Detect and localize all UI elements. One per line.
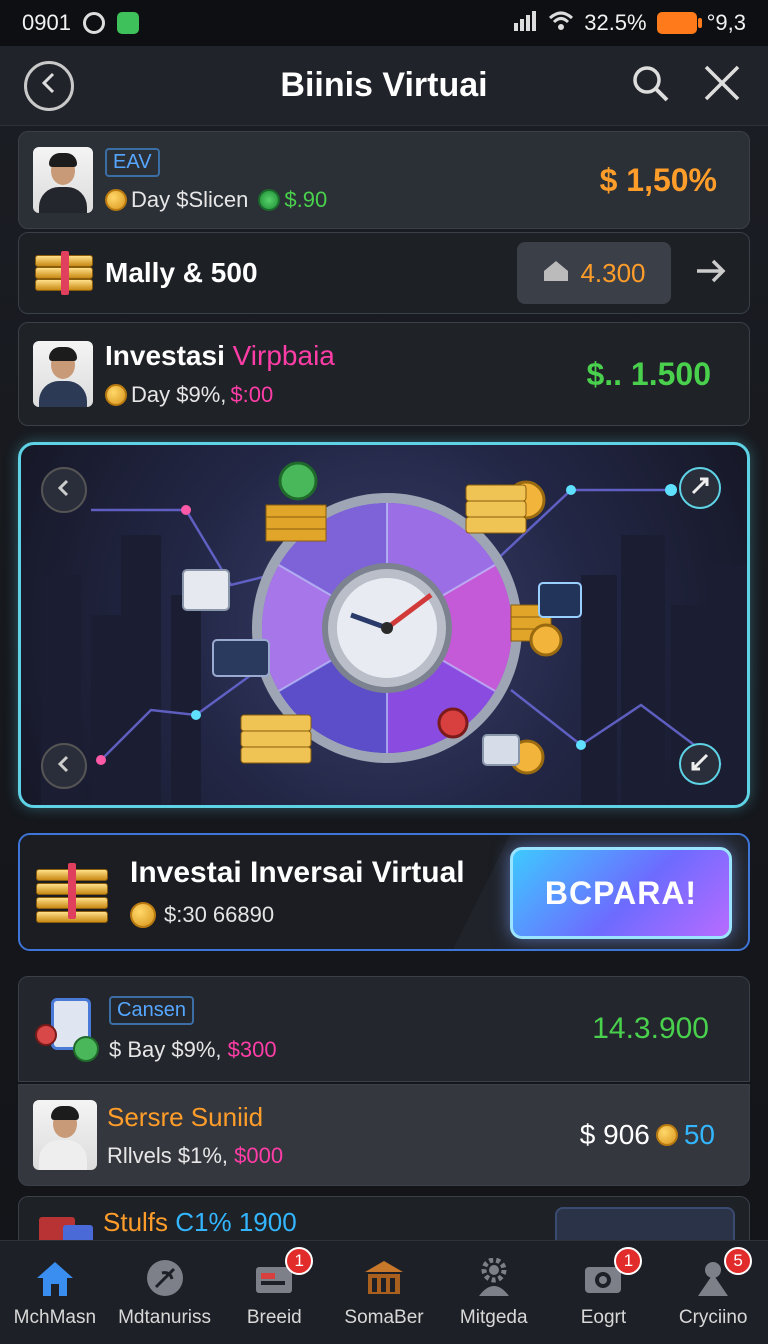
carousel-prev-button[interactable]	[41, 467, 87, 513]
nav-label: SomaBer	[344, 1306, 424, 1328]
item-subtitle-value: $:00	[230, 382, 274, 407]
nav-item-breeid[interactable]: Breeid 1	[219, 1241, 329, 1344]
item-title: Stulfs	[103, 1207, 169, 1237]
status-bar: 0901 32.5% °9,3	[0, 0, 768, 46]
nav-item-somaber[interactable]: SomaBer	[329, 1241, 439, 1344]
search-icon	[630, 63, 670, 108]
nav-item-mitgeda[interactable]: Mitgeda	[439, 1241, 549, 1344]
item-value: $.. 1.500	[586, 355, 711, 392]
chevron-left-icon	[56, 754, 72, 779]
item-subtitle-value: $300	[227, 1036, 277, 1062]
nav-label: Eogrt	[580, 1306, 627, 1328]
house-icon	[542, 259, 570, 288]
item-subtitle: Day $9%,	[131, 382, 227, 407]
nav-label: MchMasn	[13, 1306, 97, 1328]
bottom-nav: MchMasn Mdtanuriss Breeid 1 SomaBer Mitg…	[0, 1240, 768, 1344]
item-value: 14.3.900	[592, 1012, 709, 1045]
nav-item-cryciino[interactable]: Cryciino 5	[658, 1241, 768, 1344]
gear-person-icon	[471, 1257, 517, 1299]
status-icon-app	[116, 12, 139, 34]
avatar	[33, 147, 93, 213]
item-tag: Cansen	[109, 995, 194, 1025]
top-app-bar: Biinis Virtuai	[0, 46, 768, 126]
status-extra: °9,3	[706, 10, 746, 35]
promo-title: Investai Inversai Virtual	[130, 856, 465, 889]
hero-banner[interactable]	[18, 442, 750, 808]
battery-icon	[656, 12, 702, 34]
carousel-prev-button-bottom[interactable]	[41, 743, 87, 789]
nav-item-eogrt[interactable]: Eogrt 1	[549, 1241, 659, 1344]
nav-item-mdtanuriss[interactable]: Mdtanuriss	[110, 1241, 220, 1344]
tool-icon	[690, 476, 710, 501]
nav-label: Breeid	[246, 1306, 302, 1328]
signal-icon	[512, 9, 538, 37]
item-subtitle: $ Bay $9%,	[109, 1036, 222, 1062]
list-item[interactable]: Investasi Virpbaia Day $9%, $:00 $.. 1.5…	[18, 322, 750, 426]
nav-label: Cryciino	[678, 1306, 748, 1328]
avatar	[33, 1100, 97, 1170]
item-subtitle: Day $Slicen	[131, 186, 249, 212]
item-subtitle-value: $000	[234, 1142, 284, 1168]
arrow-right-icon[interactable]	[695, 258, 727, 289]
item-subtitle-value: $.90	[284, 186, 328, 212]
gold-bars-icon	[31, 245, 97, 301]
nav-item-home[interactable]: MchMasn	[0, 1241, 110, 1344]
notification-badge: 5	[724, 1247, 753, 1275]
promo-cta-button[interactable]: BCPARA!	[510, 847, 732, 939]
bank-icon	[361, 1257, 407, 1299]
avatar	[33, 341, 93, 407]
chevron-left-icon	[39, 70, 59, 102]
nav-label: Mitgeda	[459, 1306, 528, 1328]
item-subtitle: Rllvels $1%,	[107, 1142, 229, 1168]
coin-icon	[105, 384, 127, 406]
wifi-icon	[548, 9, 574, 37]
list-item[interactable]: Sersre Suniid Rllvels $1%, $000 $ 906 50	[18, 1084, 750, 1186]
home-icon	[32, 1257, 78, 1299]
leaf-icon	[142, 1257, 188, 1299]
chevron-left-icon	[56, 478, 72, 503]
close-icon	[703, 64, 741, 107]
list-item[interactable]: EAV Day $Slicen $.90 $ 1,50%	[18, 131, 750, 229]
item-title-accent: Virpbaia	[232, 340, 335, 371]
button-value: 4.300	[580, 257, 646, 288]
close-button[interactable]	[700, 64, 744, 108]
money-icon	[258, 188, 281, 211]
list-item[interactable]: Cansen $ Bay $9%, $300 14.3.900	[18, 976, 750, 1082]
finance-icon	[33, 994, 103, 1064]
expand-button[interactable]	[679, 467, 721, 509]
status-icon-face	[82, 12, 105, 34]
item-value: $ 1,50%	[599, 161, 717, 198]
gold-bars-icon	[32, 857, 112, 927]
notification-badge: 1	[614, 1247, 643, 1275]
item-title-accent: C1% 1900	[175, 1207, 297, 1237]
notification-badge: 1	[285, 1247, 314, 1275]
status-time: 0901	[22, 10, 71, 35]
tool-icon	[690, 752, 710, 777]
item-title: Investasi	[105, 340, 225, 371]
item-tag: EAV	[105, 147, 160, 177]
promo-subtitle: $:30 66890	[164, 902, 275, 927]
item-title: Sersre Suniid	[107, 1101, 264, 1132]
value-button[interactable]: 4.300	[517, 242, 671, 304]
coin-icon	[130, 902, 156, 928]
coin-icon	[655, 1124, 678, 1146]
investment-illustration	[41, 461, 747, 805]
item-value: $ 906	[579, 1119, 650, 1150]
nav-label: Mdtanuriss	[118, 1306, 212, 1328]
settings-button[interactable]	[679, 743, 721, 785]
item-value-secondary: 50	[683, 1119, 715, 1150]
list-item[interactable]: Mally & 500 4.300	[18, 232, 750, 314]
coin-icon	[105, 188, 127, 211]
promo-banner[interactable]: Investai Inversai Virtual $:30 66890 BCP…	[18, 833, 750, 951]
status-percent: 32.5%	[584, 10, 647, 35]
back-button[interactable]	[24, 60, 74, 111]
item-title: Mally & 500	[105, 257, 258, 288]
search-button[interactable]	[628, 64, 672, 108]
